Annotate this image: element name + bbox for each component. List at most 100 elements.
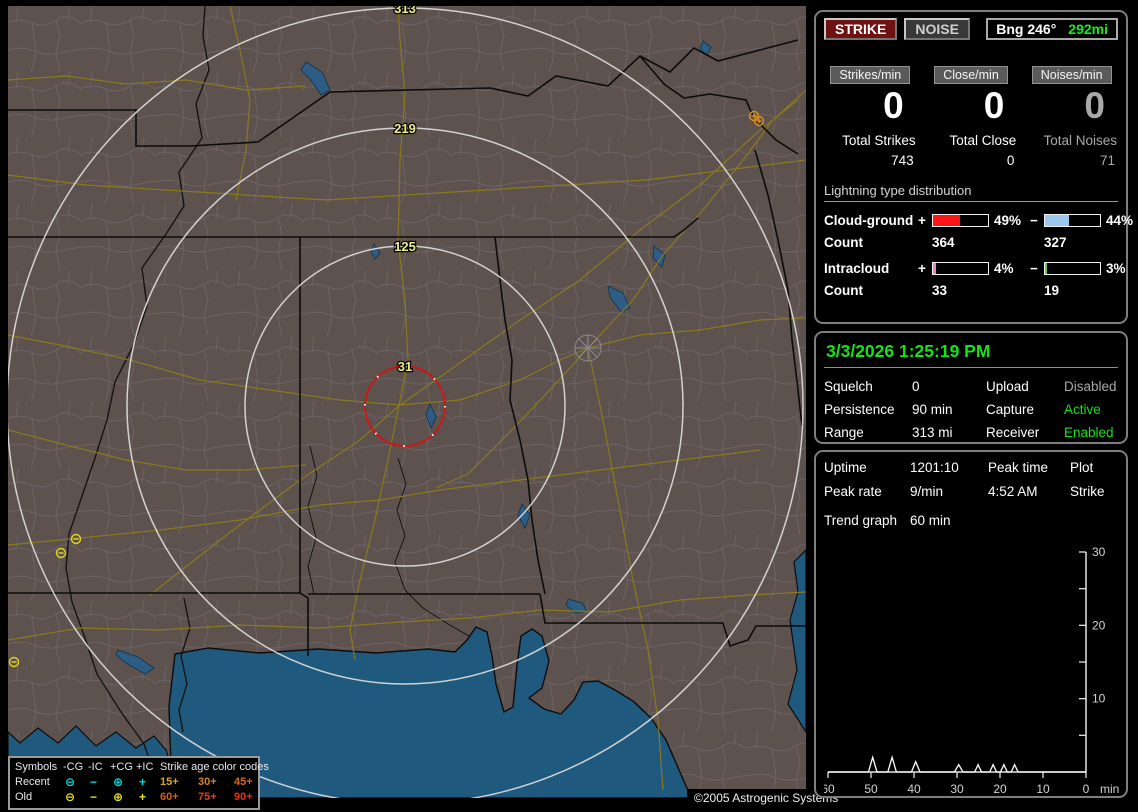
intracloud-count-row: Count 33 19 xyxy=(824,283,1118,298)
legend-row-recent-label: Recent xyxy=(15,776,50,788)
uptime-value: 1201:10 xyxy=(910,460,959,475)
receiver-label: Receiver xyxy=(986,425,1040,440)
lightning-map[interactable]: 313 219 125 31 xyxy=(8,6,806,798)
svg-text:50: 50 xyxy=(864,782,878,796)
total-close-value: 0 xyxy=(1006,152,1015,168)
pos-ic-bar-fill xyxy=(933,262,936,274)
uptime-label: Uptime xyxy=(824,460,867,475)
svg-text:min: min xyxy=(1100,782,1119,796)
svg-text:20: 20 xyxy=(993,782,1007,796)
svg-text:313: 313 xyxy=(394,6,416,16)
strike-toggle-button[interactable]: STRIKE xyxy=(824,18,898,40)
trend-graph: 30 20 10 60 50 40 30 20 10 0 min xyxy=(824,545,1119,796)
recent-neg-cg-icon: ⊖ xyxy=(65,775,76,789)
legend-age-header: Strike age color codes xyxy=(160,761,269,773)
neg-cg-count: 327 xyxy=(1044,234,1067,250)
total-strikes-value: 743 xyxy=(891,152,914,168)
count-label: Count xyxy=(824,282,863,298)
svg-text:10: 10 xyxy=(1036,782,1050,796)
neg-cg-percent: 44% xyxy=(1106,212,1134,228)
neg-cg-bar xyxy=(1044,213,1101,227)
datetime-display: 3/3/2026 1:25:19 PM xyxy=(824,341,1118,368)
old-pos-cg-icon: ⊕ xyxy=(113,790,124,804)
cloud-ground-count-row: Count 364 327 xyxy=(824,235,1118,250)
age-30: 30+ xyxy=(198,776,217,788)
legend-col-neg-ic: -IC xyxy=(88,761,103,773)
persistence-label: Persistence xyxy=(824,402,895,417)
svg-text:30: 30 xyxy=(950,782,964,796)
close-per-min-value: 0 xyxy=(983,85,1005,126)
cloud-ground-label: Cloud-ground xyxy=(824,212,914,228)
minus-sign: − xyxy=(1030,212,1038,228)
legend-symbols-header: Symbols xyxy=(15,761,58,773)
recent-pos-cg-icon: ⊕ xyxy=(113,775,124,789)
peak-time-label: Peak time xyxy=(988,460,1049,475)
map-canvas: 313 219 125 31 xyxy=(8,6,806,798)
peak-time-value: 4:52 AM xyxy=(988,484,1038,499)
capture-status: Active xyxy=(1064,402,1101,417)
app-window: { "window": { "copyright": "©2005 Astrog… xyxy=(0,0,1138,812)
plot-label: Plot xyxy=(1070,460,1094,475)
neg-ic-percent: 3% xyxy=(1106,260,1126,276)
legend-col-pos-ic: +IC xyxy=(136,761,154,773)
pos-cg-bar-fill xyxy=(933,214,960,226)
legend-col-pos-cg: +CG xyxy=(110,761,133,773)
age-75: 75+ xyxy=(198,791,217,803)
strikes-per-min-chip: Strikes/min xyxy=(830,66,911,84)
age-90: 90+ xyxy=(234,791,253,803)
neg-ic-bar xyxy=(1044,261,1101,275)
pos-ic-percent: 4% xyxy=(994,260,1014,276)
svg-text:219: 219 xyxy=(394,121,416,136)
close-per-min-chip: Close/min xyxy=(934,66,1008,84)
intracloud-row: Intracloud + 4% − 3% xyxy=(824,260,1126,276)
old-neg-ic-icon: − xyxy=(90,790,98,804)
total-noises-value: 71 xyxy=(1099,152,1115,168)
svg-text:20: 20 xyxy=(1092,618,1106,632)
upload-status: Disabled xyxy=(1064,379,1117,394)
squelch-value: 0 xyxy=(912,379,920,394)
svg-text:10: 10 xyxy=(1092,692,1106,706)
uptime-trend-panel: Uptime 1201:10 Peak time Plot Peak rate … xyxy=(814,450,1128,798)
count-label: Count xyxy=(824,234,863,250)
intracloud-label: Intracloud xyxy=(824,260,890,276)
distribution-heading: Lightning type distribution xyxy=(824,183,1118,202)
svg-text:60: 60 xyxy=(824,782,835,796)
peak-rate-value: 9/min xyxy=(910,484,944,499)
age-60: 60+ xyxy=(160,791,179,803)
noise-toggle-button[interactable]: NOISE xyxy=(904,18,970,40)
age-45: 45+ xyxy=(234,776,253,788)
old-pos-ic-icon: + xyxy=(139,790,147,804)
pos-cg-count: 364 xyxy=(932,234,955,250)
symbol-legend: Symbols -CG -IC +CG +IC Strike age color… xyxy=(8,756,269,810)
minus-sign: − xyxy=(1030,260,1038,276)
persistence-value: 90 min xyxy=(912,402,953,417)
pos-cg-percent: 49% xyxy=(994,212,1022,228)
plot-value: Strike xyxy=(1070,484,1105,499)
old-neg-cg-icon: ⊖ xyxy=(65,790,76,804)
strikes-per-min-value: 0 xyxy=(883,85,904,126)
svg-text:30: 30 xyxy=(1092,545,1106,559)
trend-graph-label: Trend graph xyxy=(824,513,898,528)
recent-pos-ic-icon: + xyxy=(139,775,147,789)
neg-ic-count: 19 xyxy=(1044,282,1060,298)
neg-ic-bar-fill xyxy=(1045,262,1048,274)
upload-label: Upload xyxy=(986,379,1029,394)
neg-cg-bar-fill xyxy=(1045,214,1070,226)
range-label: Range xyxy=(824,425,864,440)
legend-col-neg-cg: -CG xyxy=(63,761,84,773)
pos-ic-count: 33 xyxy=(932,282,948,298)
bearing-distance: 292mi xyxy=(1068,21,1108,37)
svg-text:0: 0 xyxy=(1083,782,1090,796)
noises-column: Noises/min 0 Total Noises 71 xyxy=(1025,66,1118,168)
pos-ic-bar xyxy=(932,261,989,275)
recent-neg-ic-icon: − xyxy=(90,775,98,789)
total-close-label: Total Close xyxy=(949,132,1017,148)
stats-panel: STRIKE NOISE Bng 246° 292mi Strikes/min … xyxy=(814,10,1133,324)
bearing-readout: Bng 246° 292mi xyxy=(986,18,1118,40)
legend-row-old-label: Old xyxy=(15,791,33,803)
total-noises-label: Total Noises xyxy=(1043,132,1117,148)
svg-text:40: 40 xyxy=(907,782,921,796)
receiver-status: Enabled xyxy=(1064,425,1114,440)
capture-label: Capture xyxy=(986,402,1035,417)
svg-text:31: 31 xyxy=(398,359,412,374)
